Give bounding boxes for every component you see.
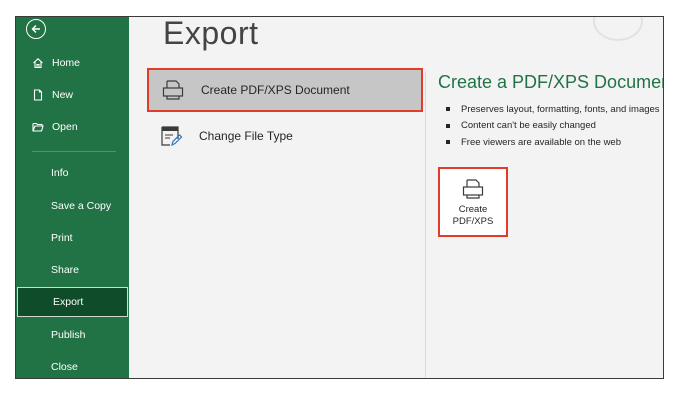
nav-print-label: Print: [51, 232, 73, 244]
printer-icon: [461, 177, 485, 201]
nav-save-a-copy[interactable]: Save a Copy: [16, 191, 129, 221]
create-pdf-xps-button-label: Create PDF/XPS: [453, 204, 494, 228]
nav-info[interactable]: Info: [16, 158, 129, 188]
nav-home-label: Home: [52, 57, 81, 69]
folder-open-icon: [32, 121, 44, 133]
backstage-sidebar: Home New Open Info Save a Copy Print Sha…: [16, 17, 129, 378]
option-change-file-type-label: Change File Type: [199, 129, 293, 143]
home-icon: [32, 57, 44, 69]
printer-icon: [161, 78, 185, 102]
nav-publish-label: Publish: [51, 329, 86, 341]
option-change-file-type[interactable]: Change File Type: [147, 114, 423, 158]
nav-close-label: Close: [51, 361, 78, 373]
nav-new[interactable]: New: [16, 80, 129, 110]
details-panel: Create a PDF/XPS Document Preserves layo…: [438, 72, 664, 151]
nav-export[interactable]: Export: [17, 287, 128, 317]
feature-list: Preserves layout, formatting, fonts, and…: [438, 101, 663, 151]
option-create-pdf-xps[interactable]: Create PDF/XPS Document: [147, 68, 423, 112]
create-pdf-xps-button[interactable]: Create PDF/XPS: [438, 167, 508, 237]
nav-save-a-copy-label: Save a Copy: [51, 200, 112, 212]
nav-print[interactable]: Print: [16, 223, 129, 253]
list-item: Preserves layout, formatting, fonts, and…: [438, 101, 663, 118]
nav-export-label: Export: [53, 296, 84, 308]
nav-home[interactable]: Home: [16, 48, 129, 78]
page-title: Export: [163, 16, 259, 51]
sidebar-divider: [32, 151, 116, 152]
panel-title: Create a PDF/XPS Document: [438, 72, 664, 92]
nav-open[interactable]: Open: [16, 112, 129, 142]
change-file-type-icon: [159, 124, 183, 148]
back-arrow-icon: [31, 25, 40, 33]
button-label-line1: Create: [458, 204, 488, 215]
nav-publish[interactable]: Publish: [16, 320, 129, 350]
new-document-icon: [32, 89, 44, 101]
option-create-pdf-xps-label: Create PDF/XPS Document: [201, 83, 350, 97]
nav-new-label: New: [52, 89, 74, 101]
export-main-area: Export Create PDF/XPS Document Change Fi…: [129, 17, 663, 378]
nav-info-label: Info: [51, 167, 69, 179]
button-label-line2: PDF/XPS: [452, 216, 494, 227]
nav-share[interactable]: Share: [16, 255, 129, 285]
decorative-watermark: [593, 17, 643, 41]
backstage-window: Home New Open Info Save a Copy Print Sha…: [15, 16, 664, 379]
list-item: Free viewers are available on the web: [438, 134, 663, 151]
list-item: Content can't be easily changed: [438, 118, 663, 135]
back-button[interactable]: [26, 19, 46, 39]
nav-share-label: Share: [51, 264, 80, 276]
nav-close[interactable]: Close: [16, 352, 129, 378]
vertical-separator: [425, 71, 426, 378]
nav-open-label: Open: [52, 121, 78, 133]
